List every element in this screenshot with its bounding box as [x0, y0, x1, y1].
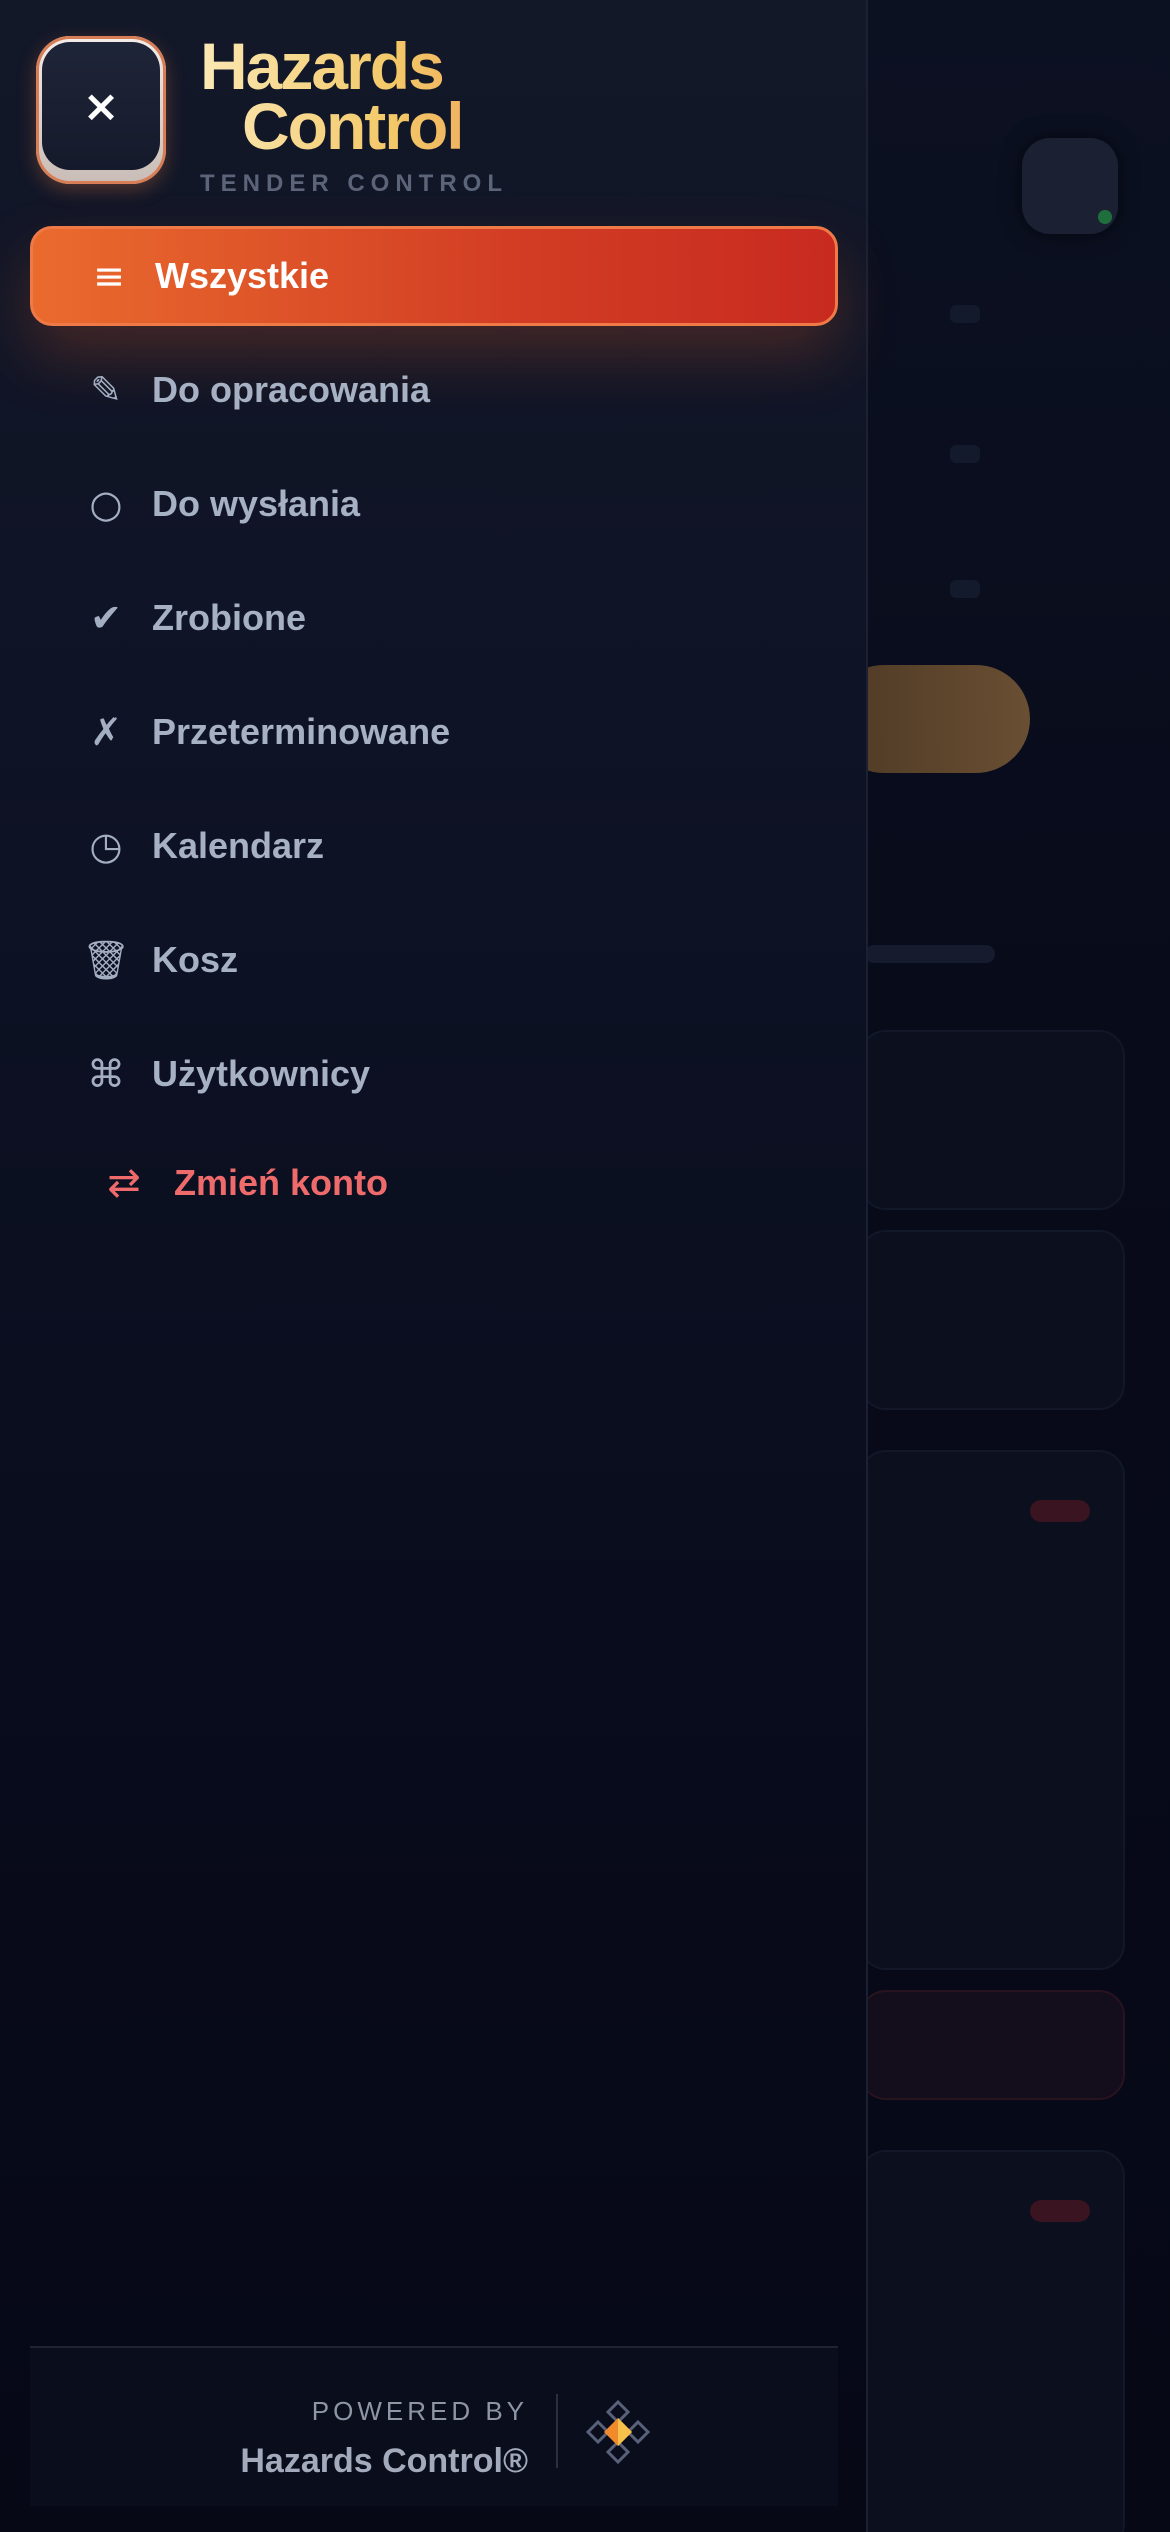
background-icon [950, 445, 980, 463]
brand-title-line2: Control [200, 93, 520, 159]
brand-title-line1: Hazards [200, 33, 520, 99]
background-badge [1030, 1500, 1090, 1522]
menu-item-label: Kosz [152, 939, 239, 980]
background-text [865, 945, 995, 963]
list-icon: ≡ [93, 254, 125, 298]
navigation-drawer: × Hazards Control TENDER CONTROL ≡ Wszys… [0, 0, 868, 2532]
clock-icon: ◷ [89, 824, 123, 868]
menu-item-do-wyslania[interactable]: ○ Do wysłania [30, 454, 838, 554]
menu-item-label: Użytkownicy [152, 1053, 371, 1094]
powered-by-name: Hazards Control® [240, 2442, 528, 2480]
menu-item-label: Zrobione [152, 597, 306, 638]
menu-item-do-opracowania[interactable]: ✎ Do opracowania [30, 340, 838, 440]
background-icon [950, 305, 980, 323]
circle-icon: ○ [89, 482, 123, 526]
diamond-logo-icon [586, 2400, 650, 2464]
brand-logo: Hazards Control TENDER CONTROL [200, 33, 520, 198]
menu-item-przeterminowane[interactable]: ✗ Przeterminowane [30, 682, 838, 782]
background-card [860, 1450, 1125, 1970]
background-badge [1030, 2200, 1090, 2222]
pencil-icon: ✎ [90, 368, 122, 412]
trash-icon: 🗑 [81, 937, 131, 982]
footer-divider [556, 2394, 558, 2468]
switch-account-label: Zmień konto [174, 1162, 388, 1203]
menu-item-label: Do wysłania [152, 483, 361, 524]
menu-item-label: Wszystkie [155, 255, 330, 296]
menu-item-wszystkie[interactable]: ≡ Wszystkie [30, 226, 838, 326]
drawer-menu: ≡ Wszystkie ✎ Do opracowania ○ Do wysłan… [30, 226, 838, 1228]
background-card [860, 1230, 1125, 1410]
swap-icon: ⇄ [107, 1160, 141, 1206]
background-icon [950, 580, 980, 598]
cross-icon: ✗ [90, 710, 122, 754]
check-icon: ✔ [90, 596, 122, 640]
menu-item-zrobione[interactable]: ✔ Zrobione [30, 568, 838, 668]
close-drawer-button[interactable]: × [36, 36, 166, 184]
close-icon[interactable]: × [42, 42, 160, 170]
drawer-footer: POWERED BY Hazards Control® [30, 2346, 838, 2506]
menu-item-kalendarz[interactable]: ◷ Kalendarz [30, 796, 838, 896]
menu-item-kosz[interactable]: 🗑 Kosz [30, 910, 838, 1010]
background-status-dot [1098, 210, 1112, 224]
command-icon: ⌘ [87, 1052, 125, 1096]
powered-by-label: POWERED BY [311, 2396, 528, 2426]
background-card [860, 1030, 1125, 1210]
menu-item-label: Kalendarz [152, 825, 325, 866]
switch-account-button[interactable]: ⇄ Zmień konto [30, 1138, 838, 1228]
menu-item-uzytkownicy[interactable]: ⌘ Użytkownicy [30, 1024, 838, 1124]
menu-item-label: Do opracowania [152, 369, 431, 410]
brand-subtitle: TENDER CONTROL [200, 170, 508, 197]
background-card [860, 1990, 1125, 2100]
menu-item-label: Przeterminowane [152, 711, 451, 752]
